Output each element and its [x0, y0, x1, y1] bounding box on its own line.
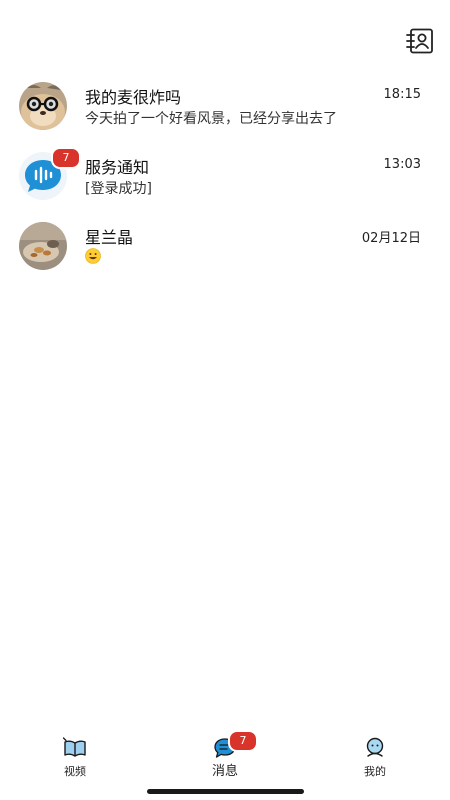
food-photo	[19, 222, 67, 270]
bottom-tab-bar: 视频 7 消息 我的	[0, 728, 450, 800]
tab-label: 消息	[211, 764, 238, 779]
conversation-preview: 今天拍了一个好看风景，已经分享出去了	[85, 111, 337, 127]
home-indicator	[147, 789, 304, 794]
top-bar	[0, 0, 450, 70]
tab-label: 视频	[64, 765, 86, 778]
conversation-item[interactable]: 我的麦很炸吗 18:15 今天拍了一个好看风景，已经分享出去了	[0, 72, 450, 142]
conversation-preview	[85, 248, 101, 264]
conversation-name: 我的麦很炸吗	[85, 88, 182, 107]
conversation-item[interactable]: 星兰晶 02月12日	[0, 212, 450, 282]
conversation-name: 星兰晶	[85, 228, 134, 247]
contacts-book-icon	[406, 28, 433, 54]
conversation-time: 13:03	[383, 157, 421, 172]
avatar	[19, 222, 67, 270]
conversation-list: 我的麦很炸吗 18:15 今天拍了一个好看风景，已经分享出去了 7 服务通知 1…	[0, 72, 450, 282]
grinning-emoji-icon	[85, 248, 101, 264]
video-book-icon	[63, 737, 86, 757]
conversation-name: 服务通知	[85, 158, 150, 177]
dog-with-glasses-photo	[19, 82, 67, 130]
conversation-time: 18:15	[383, 87, 421, 102]
tab-badge: 7	[228, 730, 258, 752]
profile-face-icon	[366, 737, 384, 757]
conversation-time: 02月12日	[361, 231, 421, 246]
tab-video[interactable]: 视频	[35, 736, 115, 784]
conversation-item[interactable]: 7 服务通知 13:03 [登录成功]	[0, 142, 450, 212]
tab-messages[interactable]: 7 消息	[185, 730, 265, 784]
tab-profile[interactable]: 我的	[335, 736, 415, 784]
avatar	[19, 82, 67, 130]
tab-label: 我的	[364, 765, 386, 778]
conversation-preview: [登录成功]	[85, 181, 152, 197]
contacts-button[interactable]	[404, 26, 436, 56]
unread-badge: 7	[51, 147, 81, 169]
